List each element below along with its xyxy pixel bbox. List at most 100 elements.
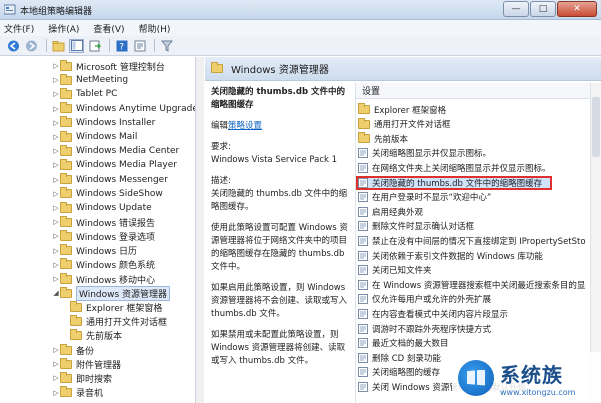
settings-column-header[interactable]: 设置 [356, 83, 590, 99]
folder-icon [60, 286, 72, 298]
watermark-url: www.xitongzu.com [500, 387, 576, 397]
settings-folder-item[interactable]: 通用打开文件对话框 [358, 117, 586, 131]
tree-item[interactable]: ▷ Windows Media Player [52, 158, 177, 172]
tree-item[interactable]: ▷ Windows 错误报告 [52, 215, 155, 229]
minimize-button[interactable]: — [503, 1, 529, 17]
expand-arrow-icon[interactable]: ▷ [52, 346, 60, 354]
setting-label: 关闭隐藏的 thumbs.db 文件中的缩略图缓存 [372, 179, 543, 189]
folder-icon [60, 59, 72, 71]
policy-setting-item[interactable]: 最近文档的最大数目 [358, 337, 586, 350]
policy-setting-item[interactable]: 关闭已知文件夹 [358, 264, 586, 277]
menu-help[interactable]: 帮助(H) [139, 22, 171, 35]
policy-setting-icon [358, 323, 368, 334]
tree-item[interactable]: ▷ Windows 登录选项 [52, 229, 155, 243]
scrollbar-thumb[interactable] [592, 97, 600, 157]
policy-setting-item[interactable]: 关闭隐藏的 thumbs.db 文件中的缩略图缓存 [356, 176, 552, 190]
expand-arrow-icon[interactable]: ▷ [52, 190, 60, 198]
export-icon[interactable] [87, 39, 102, 53]
tree-item[interactable]: ▷ 录音机 [52, 386, 103, 400]
expand-arrow-icon[interactable]: ▷ [52, 62, 60, 70]
tree-item[interactable]: ▷ Windows Update [52, 201, 152, 215]
menu-view[interactable]: 查看(V) [93, 22, 124, 35]
expand-arrow-icon[interactable]: ▷ [52, 261, 60, 269]
close-button[interactable]: ✕ [557, 1, 597, 17]
expand-arrow-icon[interactable]: ▷ [52, 374, 60, 382]
tree-item[interactable]: ▷ 即时搜索 [52, 371, 112, 385]
settings-folder-item[interactable]: 先前版本 [358, 132, 586, 145]
tree-item[interactable]: ▷ Windows Installer [52, 116, 155, 130]
tree-item[interactable]: ▷ Windows SideShow [52, 187, 163, 201]
expand-arrow-icon[interactable]: ▷ [52, 247, 60, 255]
properties-icon[interactable] [132, 39, 147, 53]
expand-arrow-icon[interactable]: ▷ [52, 147, 60, 155]
menu-action[interactable]: 操作(A) [48, 22, 79, 35]
tree-item[interactable]: ▷ Windows Messenger [52, 173, 168, 187]
policy-setting-item[interactable]: 禁止在没有中间层的情况下直接绑定到 IPropertySetStorage [358, 234, 586, 247]
help-icon[interactable]: ? [114, 39, 129, 53]
settings-folder-item[interactable]: Explorer 框架窗格 [358, 103, 586, 116]
forward-icon[interactable] [24, 39, 39, 53]
expand-arrow-icon[interactable]: ▷ [52, 275, 60, 283]
tree-scrollbar[interactable] [196, 57, 204, 403]
toolbar-separator [46, 39, 47, 52]
tree-item[interactable]: ▷ Windows 移动中心 [52, 272, 155, 286]
tree-item[interactable]: ▷ Tablet PC [52, 87, 117, 101]
tree-item[interactable]: 通用打开文件对话框 [70, 315, 167, 329]
folder-icon [60, 215, 72, 227]
expand-arrow-icon[interactable]: ▷ [52, 119, 60, 127]
edit-policy-link[interactable]: 策略设置 [228, 121, 262, 131]
tree-item[interactable]: 先前版本 [70, 329, 122, 343]
expand-arrow-icon[interactable]: ▷ [52, 90, 60, 98]
requirements-value: Windows Vista Service Pack 1 [211, 155, 338, 165]
menu-file[interactable]: 文件(F) [4, 22, 34, 35]
tree-item-label: Windows 登录选项 [76, 232, 156, 243]
policy-setting-item[interactable]: 在内容查看模式中关闭内容片段显示 [358, 307, 586, 320]
expand-arrow-icon[interactable]: ▷ [52, 105, 60, 113]
folder-icon [60, 357, 72, 369]
window-title: 本地组策略编辑器 [20, 7, 93, 17]
policy-setting-icon [358, 162, 368, 173]
description-paragraph: 如果启用此策略设置，则 Windows 资源管理器将不会创建、读取或写入 thu… [211, 283, 348, 319]
setting-label: 删除 CD 刻录功能 [372, 353, 441, 364]
policy-setting-item[interactable]: 关闭缩略图显示并仅显示图标。 [358, 147, 586, 160]
expand-arrow-icon[interactable]: ▷ [52, 204, 60, 212]
details-title: Windows 资源管理器 [231, 65, 329, 76]
tree-item[interactable]: ▷ Microsoft 管理控制台 [52, 59, 165, 73]
tree-item[interactable]: ▷ NetMeeting [52, 73, 128, 87]
tree-item[interactable]: ▷ 附件管理器 [52, 357, 121, 371]
expand-arrow-icon[interactable]: ▷ [52, 218, 60, 226]
policy-setting-item[interactable]: 在用户登录时不显示“欢迎中心” [358, 191, 586, 204]
tree-item[interactable]: ▷ Windows Media Center [52, 144, 179, 158]
expand-arrow-icon[interactable]: ▷ [52, 176, 60, 184]
policy-setting-item[interactable]: 删除文件时显示确认对话框 [358, 220, 586, 233]
policy-setting-icon [358, 148, 368, 159]
expand-arrow-icon[interactable]: ▷ [52, 232, 60, 240]
collapse-arrow-icon[interactable]: ◢ [52, 289, 60, 297]
details-header: Windows 资源管理器 [205, 57, 601, 81]
expand-arrow-icon[interactable]: ▷ [52, 360, 60, 368]
expand-arrow-icon[interactable]: ▷ [52, 133, 60, 141]
up-folder-icon[interactable] [51, 39, 66, 53]
policy-setting-item[interactable]: 在 Windows 资源管理器搜索框中关闭最近搜索条目的显示 [358, 278, 586, 291]
policy-setting-item[interactable]: 调游时不跟踪外壳程序快捷方式 [358, 322, 586, 335]
tree-item[interactable]: ▷ Windows Mail [52, 130, 137, 144]
back-icon[interactable] [6, 39, 21, 53]
maximize-button[interactable]: □ [530, 1, 556, 17]
tree-item[interactable]: Explorer 框架窗格 [70, 300, 162, 314]
policy-setting-item[interactable]: 在网络文件夹上关闭缩略图显示并仅显示图标。 [358, 161, 586, 174]
expand-arrow-icon[interactable]: ▷ [52, 76, 60, 84]
tree-item[interactable]: ▷ Windows 颜色系统 [52, 258, 155, 272]
filter-icon[interactable] [159, 39, 174, 53]
show-tree-icon[interactable] [69, 38, 84, 53]
policy-setting-item[interactable]: 仅允许每用户或允许的外壳扩展 [358, 293, 586, 306]
policy-setting-item[interactable]: 启用经典外观 [358, 205, 586, 218]
setting-label: 删除文件时显示确认对话框 [372, 222, 475, 233]
policy-setting-item[interactable]: 关闭依赖于索引文件数据的 Windows 库功能 [358, 249, 586, 262]
expand-arrow-icon[interactable]: ▷ [52, 389, 60, 397]
expand-arrow-icon[interactable]: ▷ [52, 161, 60, 169]
tree-item[interactable]: ◢ Windows 资源管理器 [52, 285, 171, 301]
tree-item[interactable]: ▷ Windows 日历 [52, 244, 137, 258]
tree-item-label: Windows Mail [76, 132, 138, 142]
tree-item[interactable]: ▷ Windows Anytime Upgrade [52, 102, 195, 116]
tree-item[interactable]: ▷ 备份 [52, 343, 94, 357]
